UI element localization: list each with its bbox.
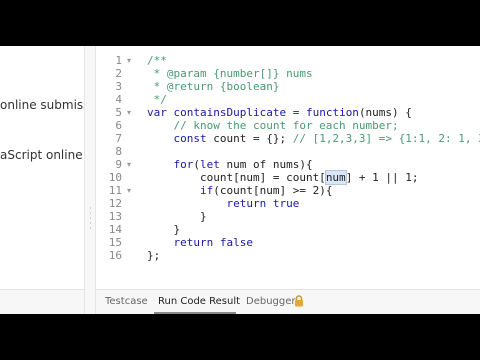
code-line: // know the count for each number;: [147, 119, 399, 132]
code-line: return true: [147, 197, 299, 210]
line-number: 6: [115, 119, 122, 132]
code-text: num of nums){: [219, 158, 313, 171]
line-number: 11: [108, 184, 122, 197]
code-line: };: [147, 249, 160, 262]
code-keyword: if: [147, 184, 214, 197]
code-keyword: function: [305, 106, 359, 119]
line-number: 8: [115, 145, 122, 158]
code-keyword: return: [147, 236, 214, 249]
code-keyword: let: [199, 158, 220, 171]
line-number: 12: [108, 197, 122, 210]
description-footer: [0, 289, 84, 314]
line-number: 10: [108, 171, 122, 184]
description-text-line: aScript online: [0, 148, 83, 162]
code-line: for(let num of nums){: [147, 158, 313, 171]
code-selection-highlight: num: [324, 170, 347, 185]
drag-handle-icon[interactable]: · · · · ·: [89, 205, 92, 236]
code-line: * @return {boolean}: [147, 80, 280, 93]
code-comment: // know the count for each number;: [147, 119, 399, 132]
code-keyword: var: [147, 106, 167, 119]
code-comment: // [1,2,3,3] => {1:1, 2: 1, 3:2};: [292, 132, 480, 145]
code-line: /**: [147, 54, 167, 67]
code-keyword: for: [147, 158, 194, 171]
code-text: (nums) {: [358, 106, 412, 119]
code-text: };: [147, 249, 161, 262]
code-line: return false: [147, 236, 253, 249]
code-keyword: const: [147, 132, 207, 145]
code-keyword: return: [147, 197, 267, 210]
tab-run-code-result[interactable]: Run Code Result: [158, 296, 240, 307]
tab-debugger[interactable]: Debugger: [246, 296, 296, 307]
fold-chevron-icon[interactable]: ▾: [127, 160, 131, 169]
panel-splitter[interactable]: · · · · ·: [84, 46, 96, 314]
code-editor[interactable]: 1 2 3 4 5 6 7 8 9 10 11 12 13 14 15 16 ▾…: [96, 46, 480, 289]
line-number: 1: [115, 54, 122, 67]
line-number: 3: [115, 80, 122, 93]
line-number: 15: [108, 236, 122, 249]
line-number: 9: [115, 158, 122, 171]
code-text: containsDuplicate =: [166, 106, 306, 119]
lock-icon: [295, 295, 303, 307]
code-literal: false: [213, 236, 253, 249]
code-text: (: [193, 158, 200, 171]
app-frame: online submissi aScript online · · · · · 1 2…: [0, 46, 480, 314]
line-number: 2: [115, 67, 122, 80]
code-text: (count[num] >= 2){: [213, 184, 333, 197]
line-number: 14: [108, 223, 122, 236]
code-line: count[num] = count[num] + 1 || 1;: [147, 170, 419, 185]
console-tab-bar: Testcase Run Code Result Debugger: [96, 289, 480, 314]
code-line: */: [147, 93, 167, 106]
line-number: 5: [115, 106, 122, 119]
code-line: }: [147, 210, 207, 223]
description-panel: online submissi aScript online: [0, 46, 84, 314]
line-number: 7: [115, 132, 122, 145]
code-comment: * @return {boolean}: [147, 80, 280, 93]
code-literal: true: [266, 197, 300, 210]
code-line: var containsDuplicate = function(nums) {: [147, 106, 412, 119]
active-tab-indicator: [154, 312, 236, 314]
code-text: ] + 1 || 1;: [345, 171, 419, 184]
fold-chevron-icon[interactable]: ▾: [127, 186, 131, 195]
line-number: 4: [115, 93, 122, 106]
code-line: if(count[num] >= 2){: [147, 184, 332, 197]
code-comment: /**: [147, 54, 167, 67]
code-area[interactable]: /** * @param {number[]} nums * @return {…: [147, 46, 480, 289]
code-text: count = {};: [206, 132, 293, 145]
line-number: 13: [108, 210, 122, 223]
code-comment: */: [147, 93, 167, 106]
line-number-gutter: 1 2 3 4 5 6 7 8 9 10 11 12 13 14 15 16 ▾…: [96, 46, 140, 289]
code-text: count[num] = count[: [147, 171, 326, 184]
fold-chevron-icon[interactable]: ▾: [127, 108, 131, 117]
code-line: const count = {}; // [1,2,3,3] => {1:1, …: [147, 132, 480, 145]
code-text: }: [147, 223, 181, 236]
fold-chevron-icon[interactable]: ▾: [127, 56, 131, 65]
code-line: }: [147, 223, 180, 236]
tab-testcase[interactable]: Testcase: [105, 296, 148, 307]
line-number: 16: [108, 249, 122, 262]
code-comment: * @param {number[]} nums: [147, 67, 313, 80]
code-line: * @param {number[]} nums: [147, 67, 313, 80]
description-text-line: online submissi: [0, 98, 84, 112]
code-text: }: [147, 210, 207, 223]
